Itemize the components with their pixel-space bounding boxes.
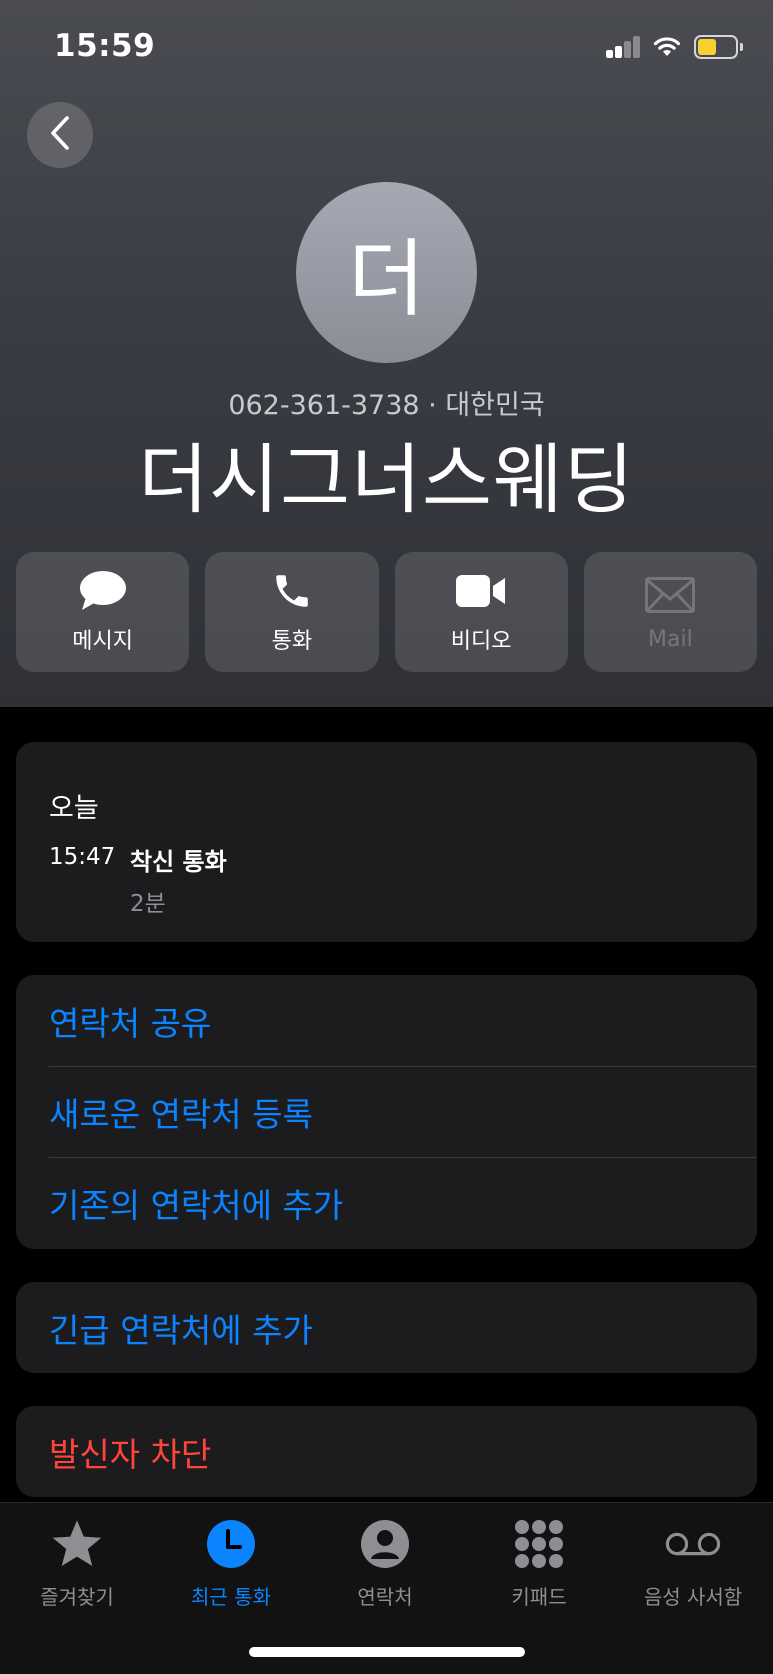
video-button[interactable]: 비디오 [394, 552, 568, 672]
video-camera-icon [455, 569, 507, 613]
person-circle-icon [357, 1517, 413, 1571]
wifi-icon [652, 34, 682, 58]
message-bubble-icon [77, 569, 129, 613]
mail-label: Mail [648, 626, 693, 652]
create-new-contact-button[interactable]: 새로운 연락처 등록 [16, 1066, 757, 1157]
block-caller-button[interactable]: 발신자 차단 [16, 1406, 757, 1497]
block-card: 발신자 차단 [16, 1406, 757, 1497]
status-time: 15:59 [54, 28, 156, 64]
avatar-initial: 더 [347, 230, 426, 328]
video-label: 비디오 [450, 629, 512, 654]
emergency-card: 긴급 연락처에 추가 [16, 1282, 757, 1373]
message-label: 메시지 [72, 629, 133, 654]
action-buttons: 메시지 통화 비디오 Mail [16, 552, 757, 672]
tab-favorites-label: 즐겨찾기 [40, 1585, 114, 1609]
tab-keypad-label: 키패드 [511, 1585, 567, 1609]
chevron-left-icon [49, 115, 71, 155]
battery-icon [694, 35, 743, 59]
call-button[interactable]: 통화 [205, 552, 379, 672]
recent-calls-card: 오늘 15:47 착신 통화 2분 [16, 742, 757, 942]
tab-voicemail[interactable]: 음성 사서함 [618, 1517, 768, 1610]
call-label: 통화 [271, 629, 313, 654]
tab-favorites[interactable]: 즐겨찾기 [2, 1517, 152, 1610]
tab-voicemail-label: 음성 사서함 [643, 1585, 743, 1609]
status-bar: 15:59 [0, 0, 773, 96]
tab-recents[interactable]: 최근 통화 [156, 1517, 306, 1610]
recent-call-type: 착신 통화 [130, 848, 227, 876]
add-emergency-contact-button[interactable]: 긴급 연락처에 추가 [16, 1282, 757, 1373]
envelope-icon [644, 573, 696, 617]
mail-button[interactable]: Mail [583, 552, 757, 672]
recent-day: 오늘 [49, 793, 99, 824]
clock-icon [203, 1517, 259, 1571]
star-icon [49, 1517, 105, 1571]
share-contact-button[interactable]: 연락처 공유 [16, 975, 757, 1066]
voicemail-icon [665, 1517, 721, 1571]
tab-keypad[interactable]: 키패드 [464, 1517, 614, 1610]
phone-icon [266, 569, 318, 613]
recent-call-duration: 2분 [130, 891, 166, 917]
contact-name: 더시그너스웨딩 [138, 435, 635, 524]
recent-call-time: 15:47 [49, 844, 116, 870]
contact-avatar: 더 [296, 182, 477, 363]
tab-recents-label: 최근 통화 [191, 1585, 271, 1609]
message-button[interactable]: 메시지 [16, 552, 190, 672]
contact-options-card: 연락처 공유 새로운 연락처 등록 기존의 연락처에 추가 [16, 975, 757, 1249]
add-to-existing-contact-button[interactable]: 기존의 연락처에 추가 [16, 1157, 757, 1248]
contact-subtitle: 062-361-3738 · 대한민국 [228, 390, 545, 421]
contact-header: 15:59 더 062-361-3738 · 대한민국 더시그너스웨딩 메시지 … [0, 0, 773, 707]
tab-contacts[interactable]: 연락처 [310, 1517, 460, 1610]
keypad-icon [511, 1517, 567, 1571]
tab-contacts-label: 연락처 [357, 1585, 413, 1609]
cellular-signal-icon [606, 36, 642, 58]
home-indicator[interactable] [249, 1647, 525, 1657]
back-button[interactable] [27, 102, 93, 168]
